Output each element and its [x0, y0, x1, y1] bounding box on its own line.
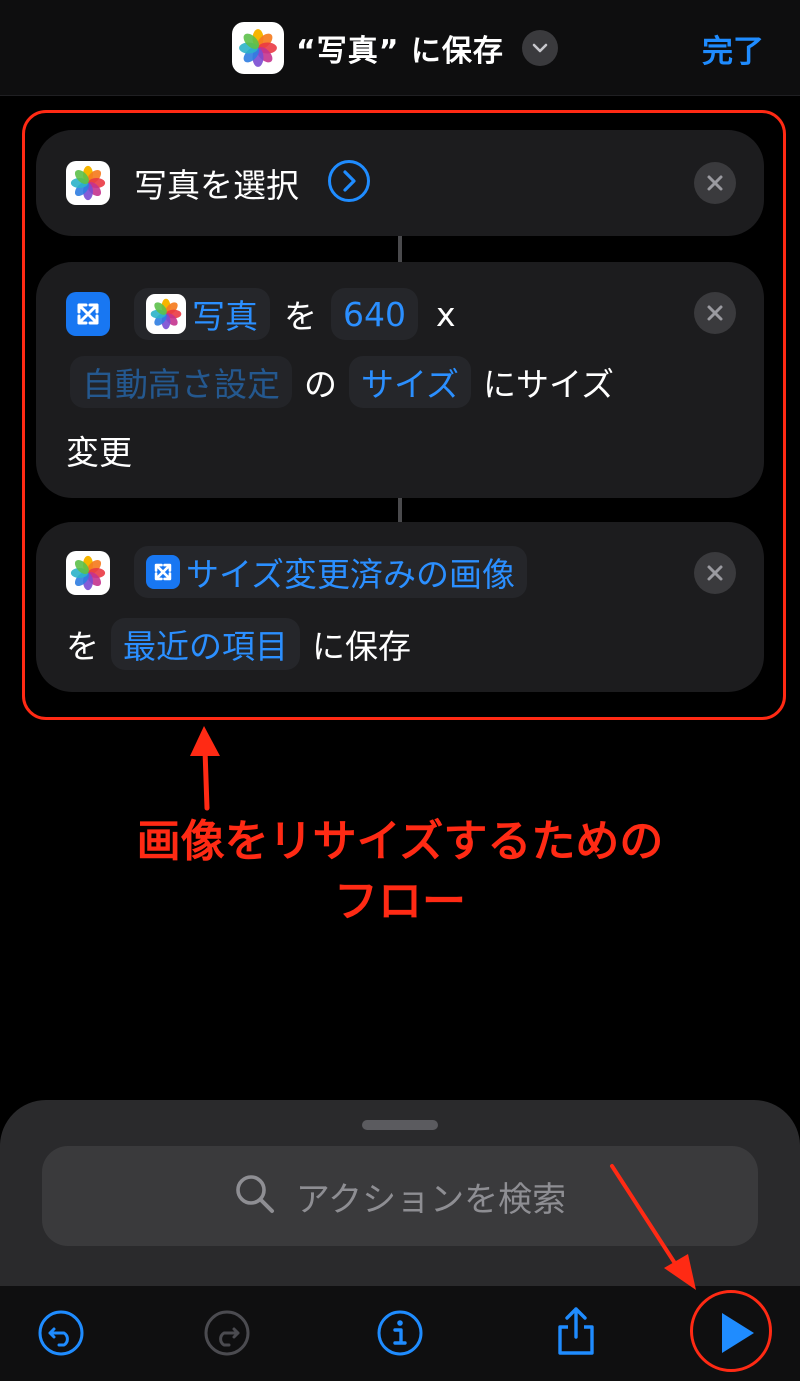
shortcut-title: “写真” に保存	[296, 34, 504, 69]
share-icon[interactable]	[546, 1301, 606, 1361]
annotation-arrow-up	[190, 726, 220, 811]
chevron-down-icon[interactable]	[521, 30, 558, 66]
redo-icon[interactable]	[197, 1303, 257, 1363]
done-button[interactable]: 完了	[702, 26, 764, 71]
annotation-text: 画像をリサイズするための フロー	[136, 816, 664, 927]
search-icon	[234, 1173, 276, 1219]
annotation-frame	[22, 110, 786, 720]
sheet-grabber[interactable]	[362, 1120, 438, 1130]
annotation-arrow-down	[610, 1164, 696, 1290]
photos-icon	[232, 22, 284, 74]
annotation-circle	[690, 1290, 772, 1372]
info-icon[interactable]	[370, 1303, 430, 1363]
shortcut-title-button[interactable]: “写真” に保存	[232, 22, 558, 74]
undo-icon[interactable]	[31, 1303, 91, 1363]
search-placeholder: アクションを検索	[295, 1179, 567, 1220]
